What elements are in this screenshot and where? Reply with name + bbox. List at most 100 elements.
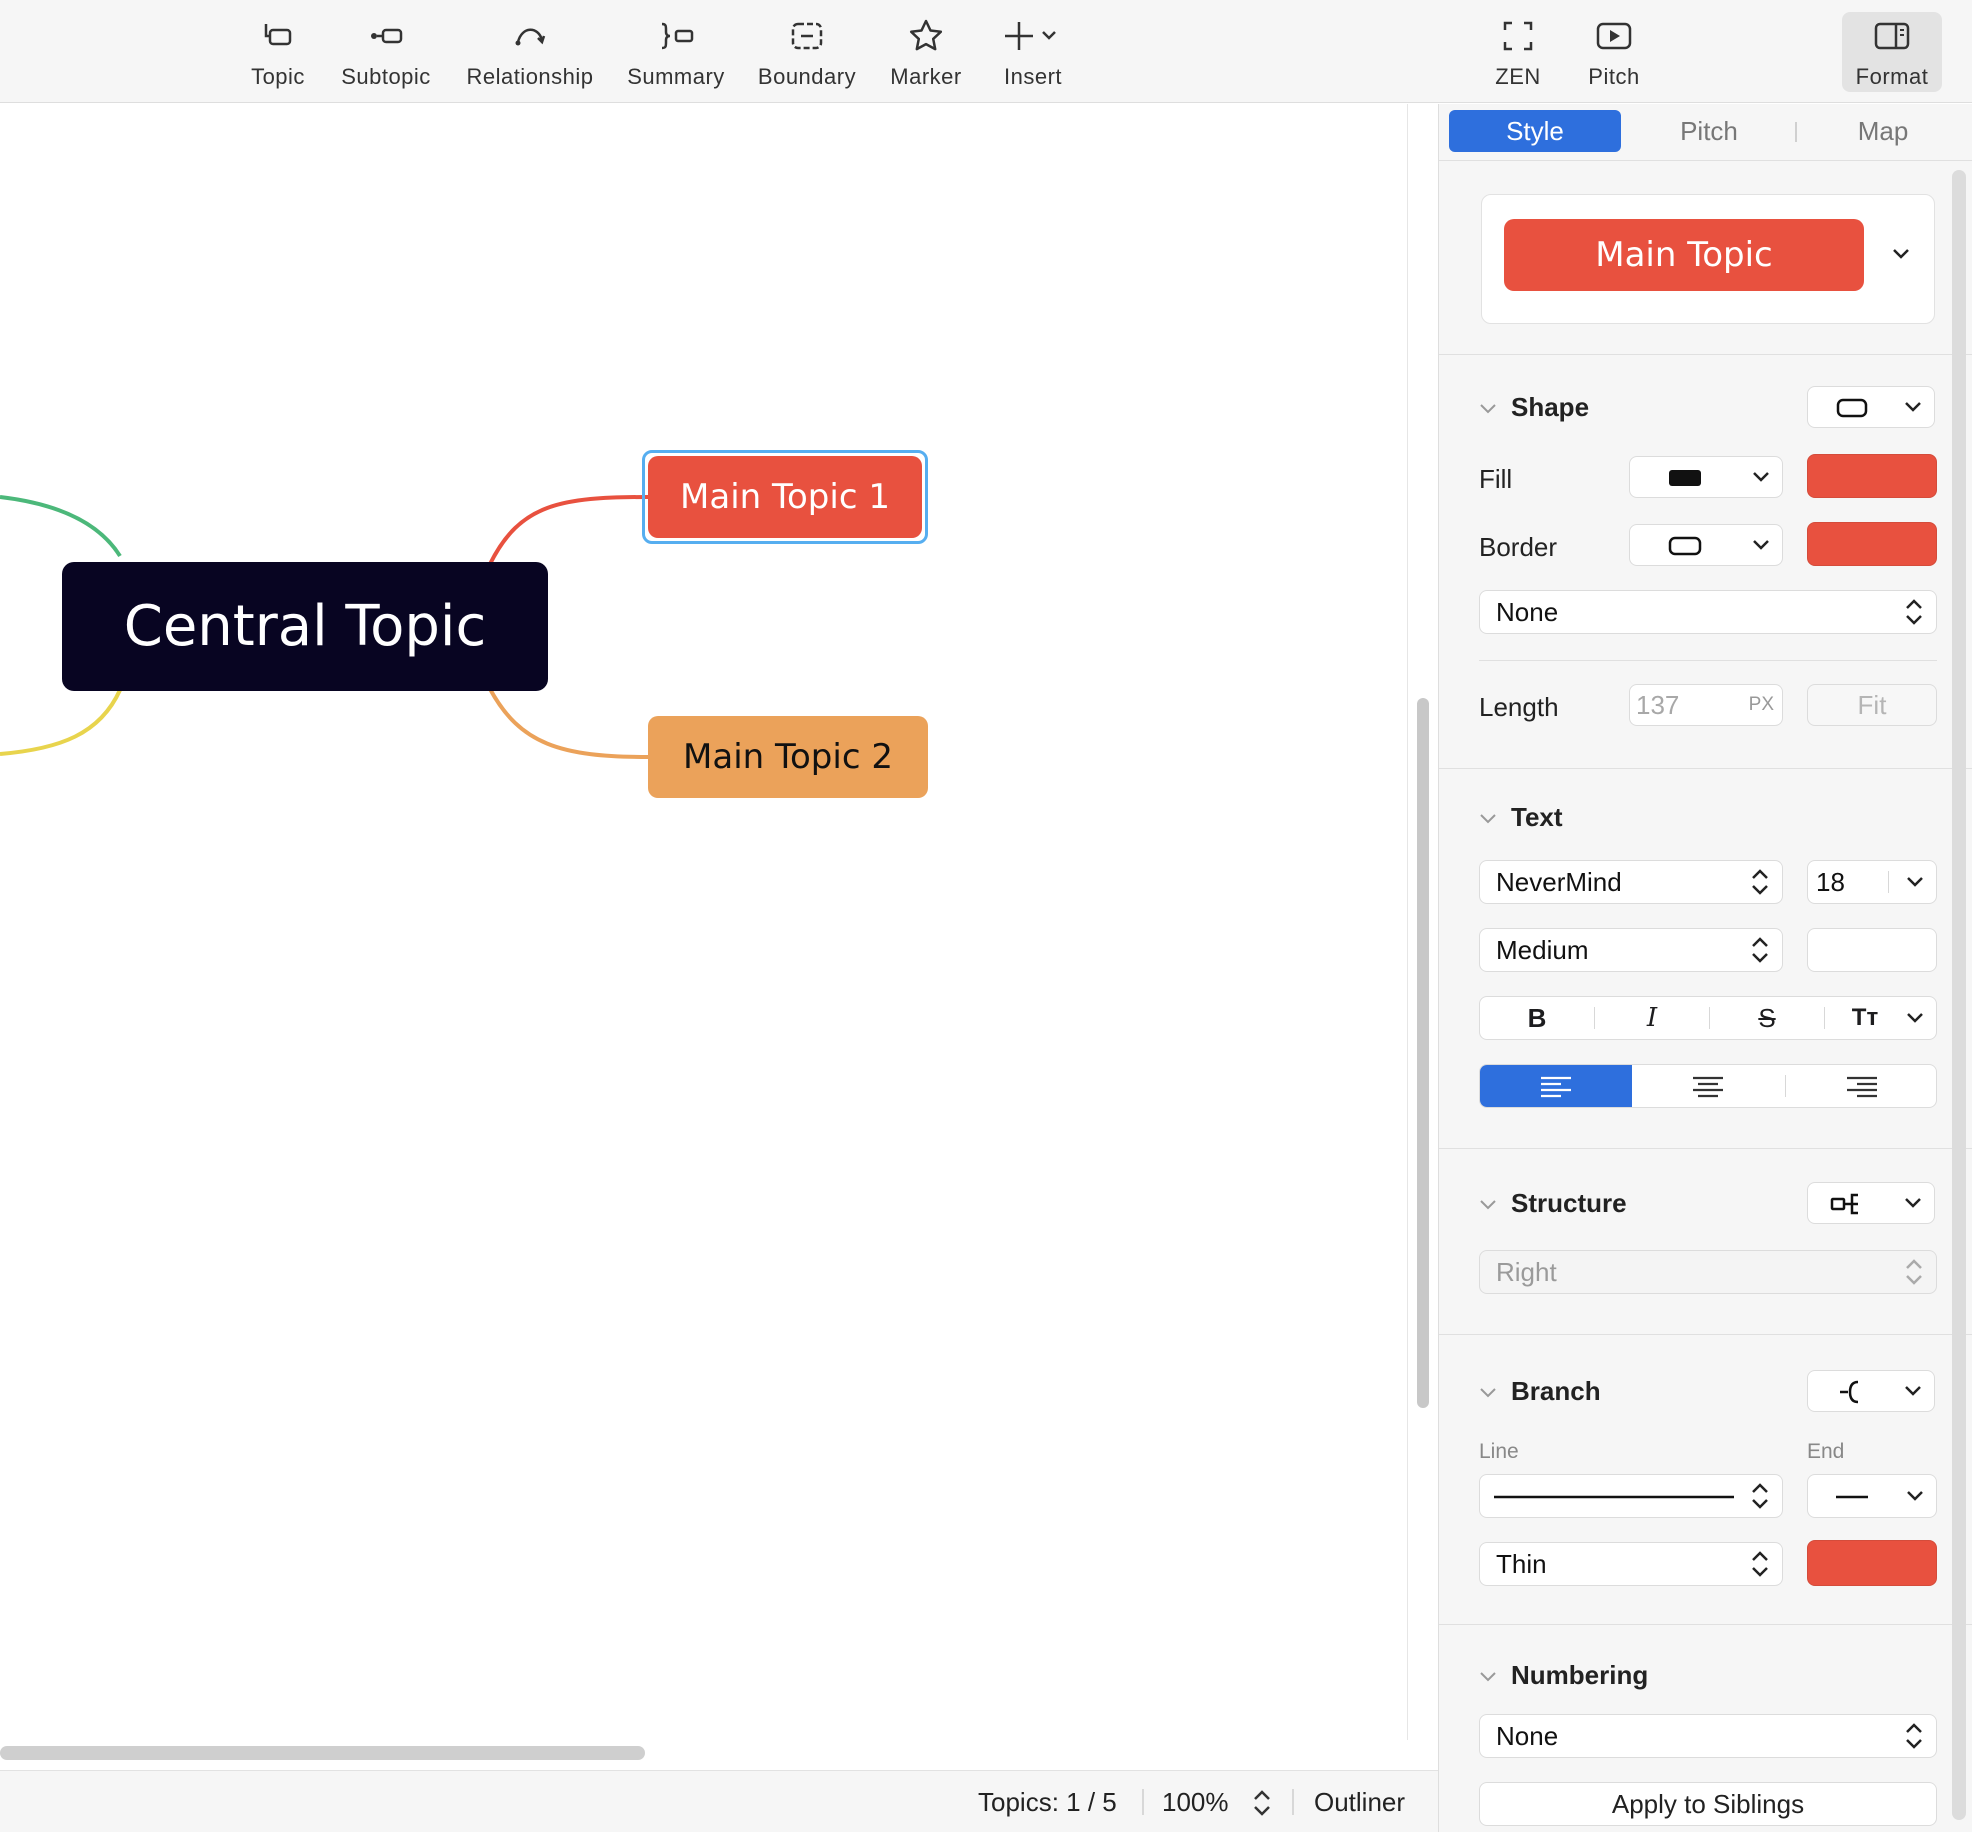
central-topic[interactable]: Central Topic — [62, 562, 548, 691]
structure-section-title: Structure — [1511, 1188, 1627, 1218]
text-section-title: Text — [1511, 802, 1563, 832]
font-family-value: NeverMind — [1496, 866, 1622, 897]
text-style-group: B I S Tт — [1479, 996, 1937, 1040]
chevron-down-icon[interactable] — [1479, 1198, 1497, 1212]
line-label: Line — [1479, 1440, 1519, 1463]
chevron-down-icon — [1905, 1198, 1921, 1208]
numbering-select[interactable]: None — [1479, 1714, 1937, 1758]
italic-button[interactable]: I — [1595, 997, 1709, 1039]
vertical-scrollbar[interactable] — [1417, 698, 1429, 1408]
solid-line-icon — [1494, 1495, 1734, 1499]
border-type-picker[interactable] — [1629, 524, 1783, 566]
fill-label: Fill — [1479, 464, 1513, 494]
font-size-combo[interactable]: 18 — [1807, 860, 1937, 904]
font-weight-value: Medium — [1496, 934, 1589, 965]
end-label: End — [1807, 1440, 1845, 1463]
numbering-section-title: Numbering — [1511, 1660, 1649, 1690]
length-value: 137 — [1636, 689, 1680, 720]
tab-pitch[interactable]: Pitch — [1623, 110, 1795, 152]
border-style-select[interactable]: None — [1479, 590, 1937, 634]
up-down-icon — [1752, 1483, 1768, 1509]
shape-picker[interactable] — [1807, 386, 1935, 428]
strikethrough-button[interactable]: S — [1710, 997, 1824, 1039]
subtopic-icon — [371, 28, 403, 44]
pitch-button[interactable]: Pitch — [1574, 12, 1654, 92]
branch-section-title: Branch — [1511, 1376, 1601, 1406]
zen-label: ZEN — [1495, 64, 1541, 89]
font-weight-select[interactable]: Medium — [1479, 928, 1783, 972]
border-label: Border — [1479, 532, 1558, 562]
tab-map[interactable]: Map — [1797, 110, 1969, 152]
branch-color-swatch[interactable] — [1807, 1540, 1937, 1586]
align-left-icon — [1541, 1076, 1571, 1098]
align-right-icon — [1847, 1076, 1877, 1098]
boundary-button[interactable]: Boundary — [754, 12, 860, 92]
chevron-down-icon[interactable] — [1479, 1670, 1497, 1684]
fill-type-picker[interactable] — [1629, 456, 1783, 498]
rounded-rect-shape-icon — [1668, 536, 1702, 556]
branch-style-picker[interactable] — [1807, 1370, 1935, 1412]
tab-style[interactable]: Style — [1449, 110, 1621, 152]
up-down-icon — [1906, 1723, 1922, 1749]
up-down-icon — [1906, 599, 1922, 625]
length-input[interactable]: 137 PX — [1629, 684, 1783, 726]
text-case-button[interactable]: Tт — [1825, 997, 1905, 1039]
status-bar: Topics: 1 / 5 100% Outliner — [0, 1770, 1438, 1832]
border-style-value: None — [1496, 596, 1559, 627]
boundary-icon — [791, 22, 823, 50]
row-divider — [1479, 660, 1937, 661]
format-button[interactable]: Format — [1842, 12, 1942, 92]
topic-button[interactable]: Topic — [238, 12, 318, 92]
length-unit: PX — [1748, 694, 1774, 715]
marker-button[interactable]: Marker — [884, 12, 968, 92]
zen-button[interactable]: ZEN — [1478, 12, 1558, 92]
structure-picker[interactable] — [1807, 1182, 1935, 1224]
bold-button[interactable]: B — [1480, 997, 1594, 1039]
marker-label: Marker — [890, 64, 962, 89]
main-topic-1[interactable]: Main Topic 1 — [648, 456, 922, 538]
chevron-down-icon[interactable] — [1906, 1012, 1924, 1024]
app-window: Topic Subtopic Relationship Summary Boun… — [0, 0, 1972, 1832]
up-down-icon — [1752, 869, 1768, 895]
insert-button[interactable]: Insert — [996, 12, 1070, 92]
main-topic-2[interactable]: Main Topic 2 — [648, 716, 928, 798]
sidebar-scrollbar[interactable] — [1952, 170, 1966, 1820]
structure-direction-select[interactable]: Right — [1479, 1250, 1937, 1294]
outliner-button[interactable]: Outliner — [1314, 1787, 1405, 1818]
fit-button[interactable]: Fit — [1807, 684, 1937, 726]
align-right-button[interactable] — [1786, 1065, 1936, 1107]
line-style-select[interactable] — [1479, 1474, 1783, 1518]
style-preview-card[interactable]: Main Topic — [1481, 194, 1935, 324]
fill-color-swatch[interactable] — [1807, 454, 1937, 498]
fullscreen-icon — [1503, 21, 1533, 51]
text-color-picker[interactable] — [1807, 928, 1937, 972]
font-family-select[interactable]: NeverMind — [1479, 860, 1783, 904]
chevron-down-icon[interactable] — [1892, 247, 1910, 261]
zoom-stepper-icon[interactable] — [1252, 1787, 1272, 1819]
line-thickness-value: Thin — [1496, 1548, 1547, 1579]
align-center-button[interactable] — [1632, 1065, 1784, 1107]
line-thickness-select[interactable]: Thin — [1479, 1542, 1783, 1586]
line-end-picker[interactable] — [1807, 1474, 1937, 1518]
border-color-swatch[interactable] — [1807, 522, 1937, 566]
up-down-icon — [1906, 1259, 1922, 1285]
shape-section-title: Shape — [1511, 392, 1590, 422]
apply-to-siblings-button[interactable]: Apply to Siblings — [1479, 1782, 1937, 1826]
summary-button[interactable]: Summary — [624, 12, 728, 92]
section-divider — [1439, 768, 1972, 769]
format-sidebar: Style Pitch Map Main Topic Shape Fill Bo… — [1438, 104, 1972, 1832]
relationship-button[interactable]: Relationship — [462, 12, 598, 92]
chevron-down-icon[interactable] — [1479, 402, 1497, 416]
subtopic-button[interactable]: Subtopic — [336, 12, 436, 92]
topic-label: Topic — [251, 64, 305, 89]
boundary-label: Boundary — [757, 64, 857, 89]
style-preview-topic: Main Topic — [1504, 219, 1864, 291]
subtopic-label: Subtopic — [341, 64, 431, 89]
numbering-value: None — [1496, 1720, 1559, 1751]
zoom-level[interactable]: 100% — [1162, 1787, 1229, 1818]
chevron-down-icon[interactable] — [1479, 1386, 1497, 1400]
horizontal-scrollbar[interactable] — [0, 1746, 645, 1760]
branch-curve-icon — [1840, 1380, 1859, 1404]
align-left-button[interactable] — [1480, 1065, 1632, 1107]
chevron-down-icon[interactable] — [1479, 812, 1497, 826]
